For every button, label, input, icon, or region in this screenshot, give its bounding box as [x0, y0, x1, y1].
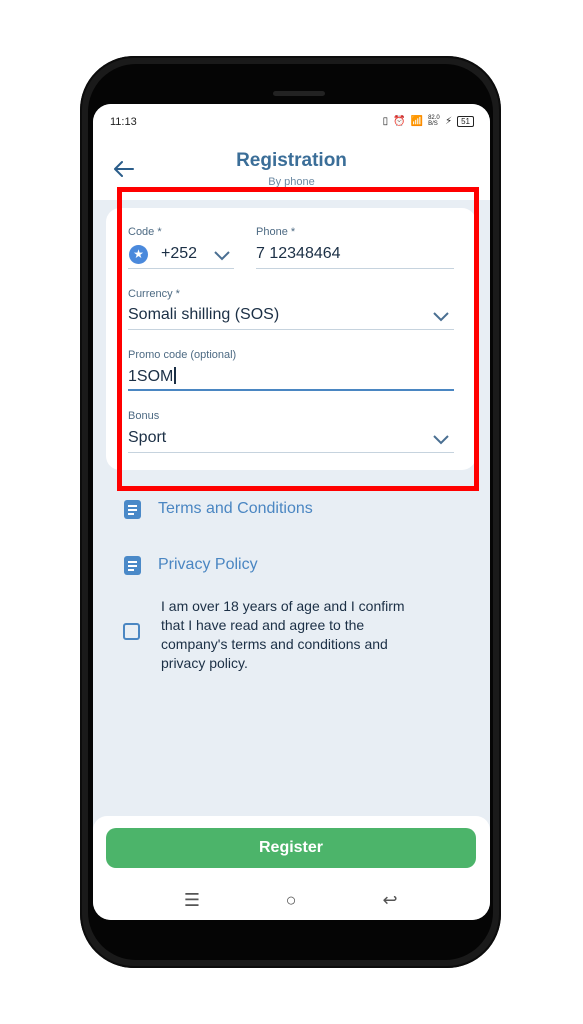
- age-consent-checkbox[interactable]: [123, 623, 140, 640]
- bottom-panel: Register ☰ ○ ↩: [93, 816, 490, 920]
- menu-icon[interactable]: ☰: [177, 888, 207, 912]
- wifi-icon: 📶: [410, 115, 424, 127]
- alarm-icon: ⏰: [393, 115, 406, 127]
- page-title: Registration: [236, 150, 347, 171]
- status-time: 11:13: [110, 116, 137, 128]
- vibrate-icon: ▯: [382, 115, 389, 127]
- terms-link[interactable]: Terms and Conditions: [124, 498, 313, 520]
- terms-link-label: Terms and Conditions: [158, 500, 313, 517]
- back-icon[interactable]: ↩: [375, 888, 405, 912]
- battery-icon: 51: [457, 115, 474, 127]
- highlight-box: [117, 187, 479, 491]
- network-speed: 82.0 B/S: [428, 115, 440, 127]
- charging-icon: ⚡: [445, 115, 453, 127]
- privacy-link[interactable]: Privacy Policy: [124, 554, 258, 576]
- speaker-grille: [273, 91, 325, 96]
- home-icon[interactable]: ○: [276, 888, 306, 912]
- system-nav-bar: ☰ ○ ↩: [93, 880, 490, 920]
- age-consent-text: I am over 18 years of age and I confirm …: [161, 598, 405, 671]
- register-button[interactable]: Register: [106, 828, 476, 868]
- document-icon: [124, 555, 141, 575]
- privacy-link-label: Privacy Policy: [158, 556, 258, 573]
- document-icon: [124, 499, 141, 519]
- status-icons: ▯ ⏰ 📶 82.0 B/S ⚡ 51: [383, 115, 474, 127]
- status-bar: 11:13 ▯ ⏰ 📶 82.0 B/S ⚡ 51: [93, 104, 490, 138]
